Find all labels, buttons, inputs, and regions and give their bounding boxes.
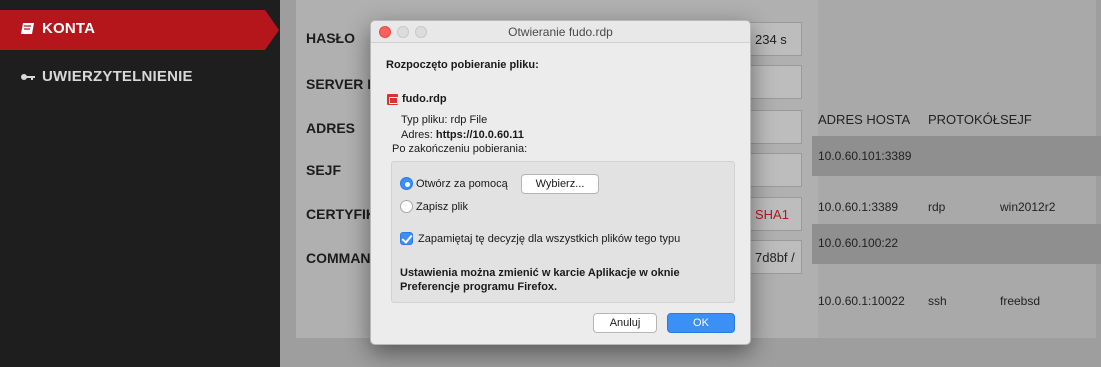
adres-field[interactable]: [746, 110, 802, 144]
file-address-value: https://10.0.60.11: [435, 129, 524, 141]
choose-app-button[interactable]: Wybierz...: [521, 174, 599, 194]
sidebar-item-konta[interactable]: KONTA: [20, 20, 95, 37]
table-row[interactable]: 10.0.60.101:3389: [812, 136, 1101, 176]
server-name-field[interactable]: [746, 65, 802, 99]
rdp-file-icon: [387, 94, 398, 105]
dialog-title: Otwieranie fudo.rdp: [508, 25, 613, 39]
table-row[interactable]: 10.0.60.1:10022 ssh freebsd: [812, 282, 1101, 322]
dialog-heading: Rozpoczęto pobieranie pliku:: [386, 59, 539, 71]
sidebar-item-uwierzytelnienie[interactable]: UWIERZYTELNIENIE: [20, 68, 193, 85]
key-icon: [20, 70, 36, 84]
file-type-label: Typ pliku:: [401, 114, 448, 126]
table-header-safe: SEJF: [1000, 112, 1032, 127]
file-address-label: Adres:: [401, 129, 433, 141]
preferences-note-line2: Preferencje programu Firefox.: [400, 281, 558, 293]
table-cell-safe: win2012r2: [1000, 200, 1056, 214]
after-download-label: Po zakończeniu pobierania:: [392, 143, 528, 155]
table-cell-host: 10.0.60.1:3389: [818, 200, 899, 214]
file-address-row: Adres: https://10.0.60.11: [401, 129, 524, 141]
save-file-label[interactable]: Zapisz plik: [416, 201, 468, 213]
preferences-note-line1: Ustawienia można zmienić w karcie Aplika…: [400, 267, 680, 279]
file-type-value: rdp File: [450, 114, 488, 126]
save-file-radio[interactable]: [400, 200, 413, 213]
table-cell-safe: freebsd: [1000, 294, 1041, 308]
certyfikat-field[interactable]: SHA1: [746, 197, 802, 231]
ok-button[interactable]: OK: [667, 313, 735, 333]
table-cell-host: 10.0.60.100:22: [818, 236, 899, 250]
table-header-host: ADRES HOSTA: [818, 112, 911, 127]
open-with-label[interactable]: Otwórz za pomocą: [416, 178, 508, 190]
book-icon: [20, 22, 36, 36]
remember-decision-label[interactable]: Zapamiętaj tę decyzję dla wszystkich pli…: [418, 233, 680, 245]
sidebar: [0, 0, 280, 367]
haslo-field[interactable]: 234 s: [746, 22, 802, 56]
table-header-protocol: PROTOKÓŁ: [928, 112, 1001, 127]
download-options-panel: Otwórz za pomocą Wybierz... Zapisz plik …: [391, 161, 735, 303]
download-filename: fudo.rdp: [402, 93, 447, 105]
table-cell-host: 10.0.60.101:3389: [818, 149, 912, 163]
command-field[interactable]: 7d8bf /: [746, 240, 802, 274]
dialog-titlebar: Otwieranie fudo.rdp: [371, 21, 750, 43]
sejf-field[interactable]: [746, 153, 802, 187]
sidebar-item-label: UWIERZYTELNIENIE: [42, 68, 193, 85]
open-with-radio[interactable]: [400, 177, 413, 190]
field-label-haslo: HASŁO: [306, 30, 355, 46]
table-cell-protocol: ssh: [928, 294, 947, 308]
cancel-button[interactable]: Anuluj: [593, 313, 657, 333]
table-row[interactable]: 10.0.60.1:3389 rdp win2012r2: [812, 186, 1101, 226]
field-label-sejf: SEJF: [306, 162, 342, 178]
remember-decision-checkbox[interactable]: [400, 232, 413, 245]
table-cell-host: 10.0.60.1:10022: [818, 294, 905, 308]
sidebar-item-label: KONTA: [42, 20, 96, 37]
field-label-adres: ADRES: [306, 120, 356, 136]
table-cell-protocol: rdp: [928, 200, 946, 214]
download-dialog: Otwieranie fudo.rdp Rozpoczęto pobierani…: [370, 20, 751, 345]
table-row[interactable]: 10.0.60.100:22: [812, 224, 1101, 264]
file-type-row: Typ pliku: rdp File: [401, 114, 487, 126]
